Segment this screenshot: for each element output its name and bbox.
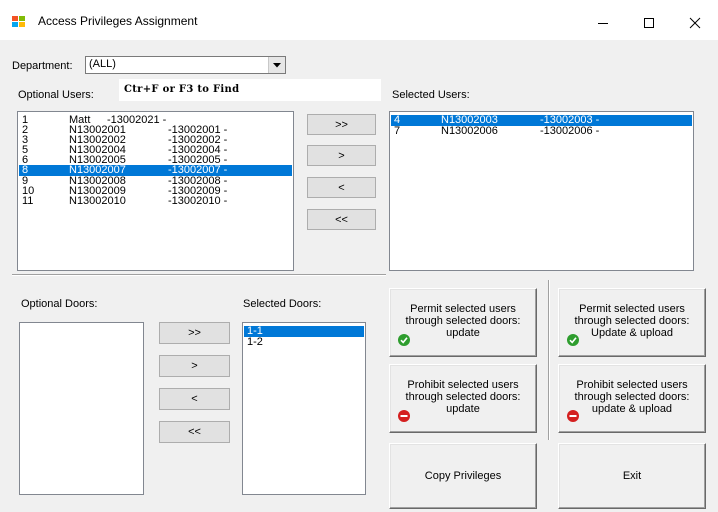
window-title: Access Privileges Assignment: [38, 14, 198, 28]
list-item[interactable]: 2 N13002001 -13002001 -: [19, 125, 292, 136]
permit-upload-button[interactable]: Permit selected users through selected d…: [558, 288, 706, 357]
remove-door-button[interactable]: <: [159, 388, 230, 410]
department-value: (ALL): [89, 58, 116, 70]
check-circle-icon: [567, 334, 579, 346]
check-circle-icon: [398, 334, 410, 346]
department-label: Department:: [12, 60, 73, 72]
actions-divider: [548, 280, 550, 440]
add-all-users-button[interactable]: >>: [307, 114, 376, 135]
section-divider: [12, 274, 386, 276]
add-door-button[interactable]: >: [159, 355, 230, 377]
close-button[interactable]: [672, 8, 718, 38]
minimize-icon: [598, 23, 608, 24]
exit-button[interactable]: Exit: [558, 443, 706, 509]
list-item-selected[interactable]: 8 N13002007 -13002007 -: [19, 165, 292, 176]
close-icon: [689, 17, 701, 29]
maximize-button[interactable]: [626, 8, 672, 38]
remove-user-button[interactable]: <: [307, 177, 376, 198]
optional-users-label: Optional Users:: [18, 89, 94, 101]
list-item[interactable]: 6 N13002005 -13002005 -: [19, 155, 292, 166]
optional-users-list[interactable]: 1 Matt -13002021 - 2 N13002001 -13002001 - 3…: [17, 111, 294, 271]
remove-all-doors-button[interactable]: <<: [159, 421, 230, 443]
remove-all-users-button[interactable]: <<: [307, 209, 376, 230]
optional-doors-label: Optional Doors:: [21, 298, 98, 310]
copy-privileges-button[interactable]: Copy Privileges: [389, 443, 537, 509]
permit-update-button[interactable]: Permit selected users through selected d…: [389, 288, 537, 357]
list-item[interactable]: 11 N13002010 -13002010 -: [19, 196, 292, 207]
minimize-button[interactable]: [580, 8, 626, 38]
title-bar: Access Privileges Assignment: [0, 0, 718, 40]
add-user-button[interactable]: >: [307, 145, 376, 166]
selected-doors-label: Selected Doors:: [243, 298, 322, 310]
selected-users-list[interactable]: 4 N13002003 -13002003 - 7 N13002006 -1300200…: [389, 111, 694, 271]
prohibit-upload-button[interactable]: Prohibit selected users through selected…: [558, 364, 706, 433]
list-item[interactable]: 3 N13002002 -13002002 -: [19, 135, 292, 146]
list-item[interactable]: 1-2: [244, 337, 364, 348]
prohibit-update-button[interactable]: Prohibit selected users through selected…: [389, 364, 537, 433]
list-item[interactable]: 5 N13002004 -13002004 -: [19, 145, 292, 156]
list-item[interactable]: 9 N13002008 -13002008 -: [19, 176, 292, 187]
app-icon: [12, 16, 26, 28]
no-entry-icon: [398, 410, 410, 422]
optional-doors-list[interactable]: [19, 322, 144, 495]
find-hint: Ctr+F or F3 to Find: [119, 79, 381, 101]
chevron-down-icon: [273, 62, 281, 67]
maximize-icon: [644, 18, 654, 28]
selected-users-label: Selected Users:: [392, 89, 470, 101]
add-all-doors-button[interactable]: >>: [159, 322, 230, 344]
list-item[interactable]: 1 Matt -13002021 -: [19, 115, 292, 126]
dropdown-arrow[interactable]: [268, 57, 285, 73]
list-item[interactable]: 7 N13002006 -13002006 -: [391, 126, 692, 137]
department-select[interactable]: (ALL): [85, 56, 286, 74]
no-entry-icon: [567, 410, 579, 422]
selected-doors-list[interactable]: 1-1 1-2: [242, 322, 366, 495]
list-item[interactable]: 10 N13002009 -13002009 -: [19, 186, 292, 197]
